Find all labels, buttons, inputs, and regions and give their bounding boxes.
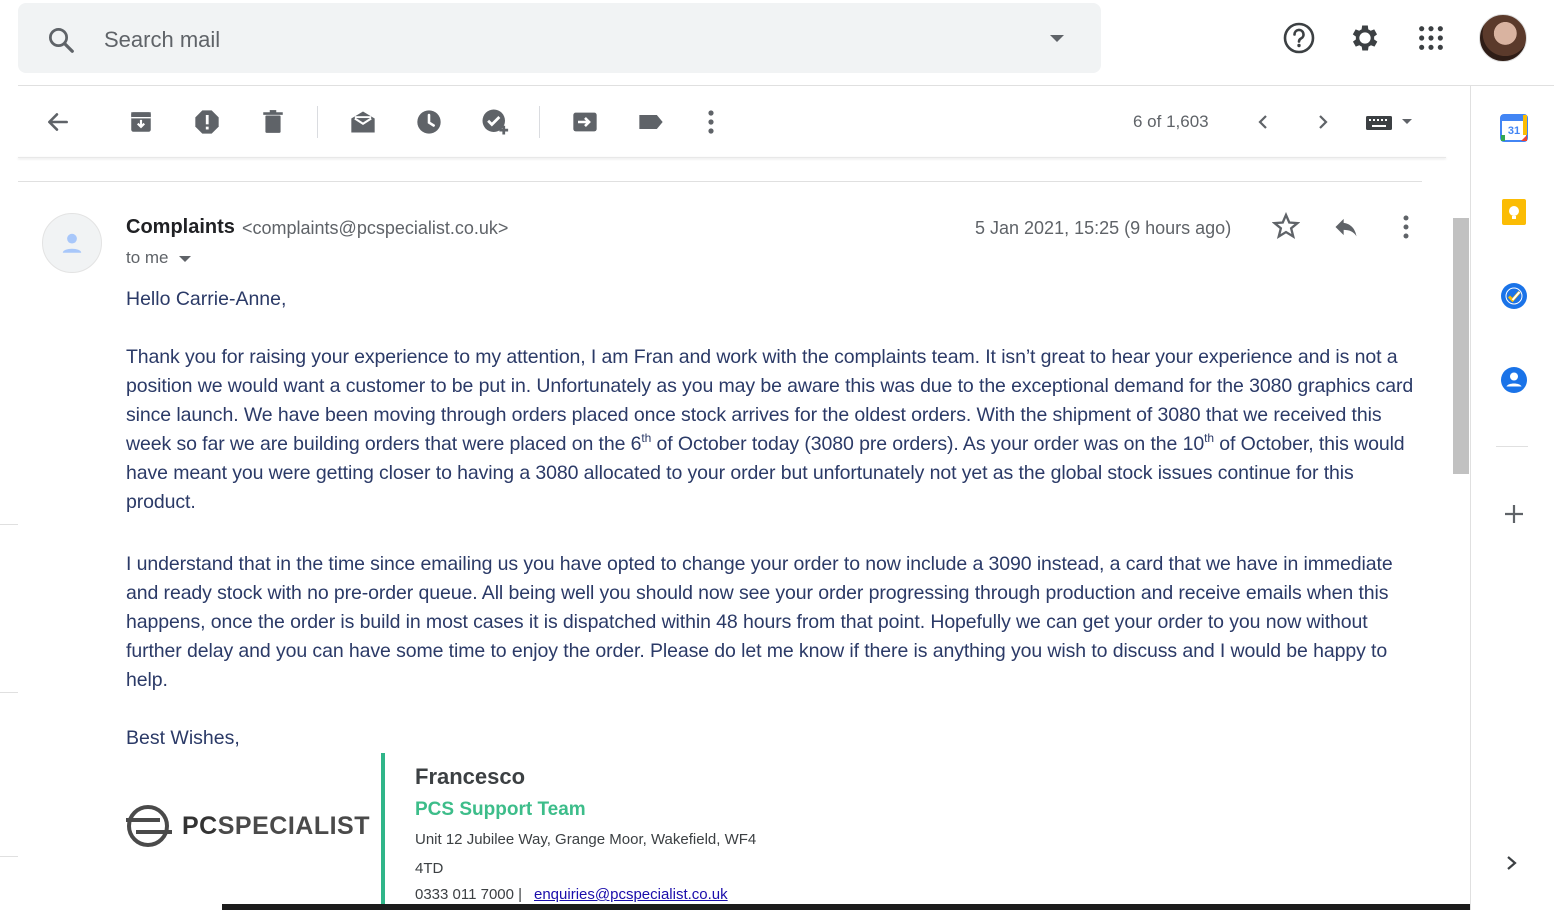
search-input[interactable]: Search mail (104, 27, 220, 53)
recipient-details[interactable]: to me (126, 248, 192, 268)
tasks-icon[interactable] (1497, 279, 1531, 313)
toolbar-divider (317, 106, 318, 138)
signature-address-line1: Unit 12 Jubilee Way, Grange Moor, Wakefi… (415, 831, 757, 848)
bottom-edge-bar (222, 904, 1470, 910)
edge-divider (0, 524, 18, 525)
toolbar-shadow (18, 157, 1446, 158)
pcspecialist-logo: PCSPECIALIST (126, 804, 370, 848)
message-paragraph-2: I understand that in the time since emai… (126, 553, 1393, 691)
settings-icon[interactable] (1345, 18, 1385, 58)
side-panel-divider (1470, 86, 1471, 910)
contacts-icon[interactable] (1497, 363, 1531, 397)
help-icon[interactable] (1279, 18, 1319, 58)
sender-name[interactable]: Complaints (126, 216, 235, 239)
edge-divider (0, 856, 18, 857)
keyboard-icon[interactable] (1362, 104, 1418, 140)
thread-divider (18, 181, 1422, 182)
edge-divider (0, 692, 18, 693)
next-icon[interactable] (1305, 104, 1341, 140)
keep-icon[interactable] (1497, 195, 1531, 229)
archive-icon[interactable] (123, 104, 159, 140)
calendar-icon[interactable]: 31 (1497, 111, 1531, 145)
message-more-icon[interactable] (1402, 214, 1412, 242)
search-icon[interactable] (46, 25, 76, 55)
message-closing: Best Wishes, (126, 727, 240, 749)
more-icon[interactable] (693, 104, 729, 140)
signature-email-link[interactable]: enquiries@pcspecialist.co.uk (534, 886, 728, 903)
signature-name: Francesco (415, 764, 526, 789)
message-date: 5 Jan 2021, 15:25 (9 hours ago) (975, 218, 1232, 238)
reply-icon[interactable] (1332, 213, 1362, 243)
star-icon[interactable] (1271, 211, 1302, 242)
report-spam-icon[interactable] (189, 104, 225, 140)
toolbar-divider (539, 106, 540, 138)
move-to-icon[interactable] (567, 104, 603, 140)
sender-avatar[interactable] (42, 213, 102, 273)
svg-text:31: 31 (1508, 125, 1520, 137)
signature-phone: 0333 011 7000 | (415, 886, 523, 903)
signature-team: PCS Support Team (415, 799, 586, 820)
message-greeting: Hello Carrie-Anne, (126, 288, 287, 310)
header-divider (18, 85, 1554, 86)
search-bar[interactable]: Search mail (18, 3, 1101, 73)
mark-unread-icon[interactable] (345, 104, 381, 140)
scrollbar-thumb[interactable] (1453, 218, 1469, 474)
sender-email: <complaints@pcspecialist.co.uk> (242, 218, 509, 238)
add-task-icon[interactable] (477, 104, 513, 140)
side-panel-separator (1496, 446, 1528, 447)
label-icon[interactable] (633, 104, 669, 140)
add-icon[interactable] (1497, 497, 1531, 531)
account-avatar[interactable] (1479, 14, 1527, 62)
recipient-dropdown-icon[interactable] (179, 255, 192, 263)
snooze-icon[interactable] (411, 104, 447, 140)
delete-icon[interactable] (255, 104, 291, 140)
prev-icon[interactable] (1245, 104, 1281, 140)
expand-icon[interactable] (1495, 846, 1529, 880)
signature-address-line2: 4TD (415, 860, 444, 877)
signature-accent-bar (381, 753, 385, 905)
message-paragraph-1: Thank you for raising your experience to… (126, 346, 1414, 513)
pager-label: 6 of 1,603 (1133, 112, 1209, 131)
recipient-label: to me (126, 248, 169, 267)
apps-icon[interactable] (1411, 18, 1451, 58)
search-options-dropdown-icon[interactable] (1048, 31, 1066, 49)
back-icon[interactable] (40, 104, 76, 140)
